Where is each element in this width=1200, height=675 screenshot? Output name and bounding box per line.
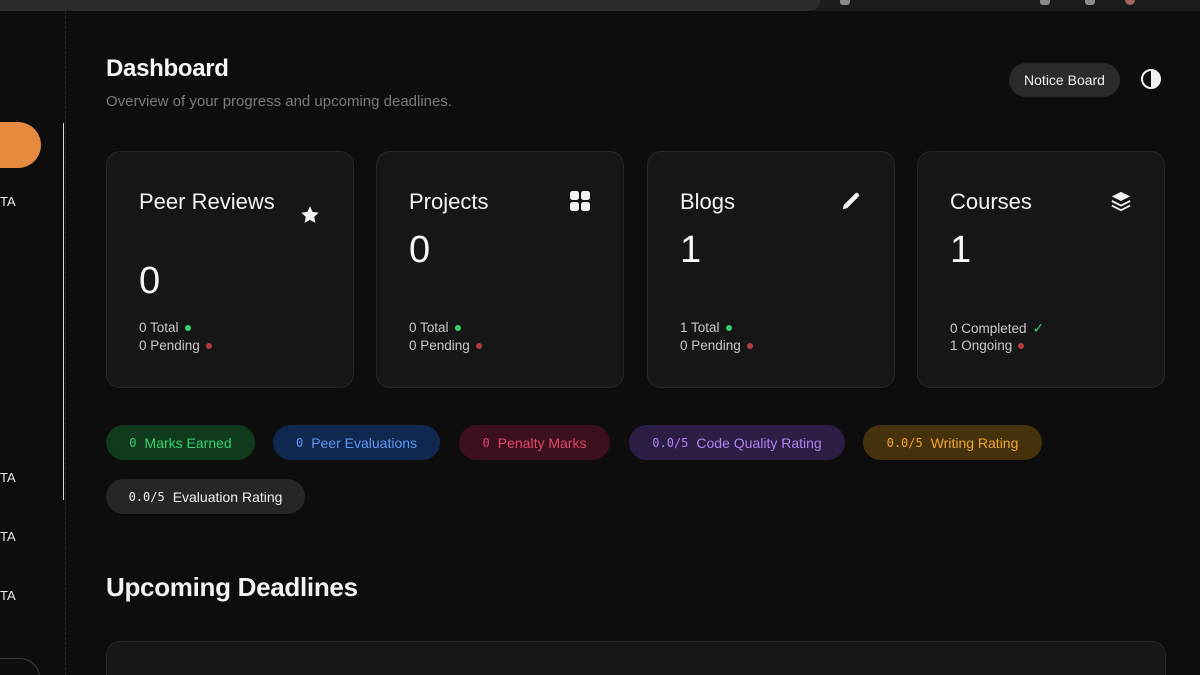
badge-peer-evaluations: 0 Peer Evaluations — [273, 425, 440, 460]
card-value: 0 — [409, 229, 431, 271]
card-value: 1 — [680, 229, 702, 271]
sidebar-item-label[interactable]: TA — [0, 529, 16, 544]
check-icon: ✓ — [1032, 320, 1045, 336]
browser-chrome — [0, 0, 1200, 11]
badge-label: Code Quality Rating — [696, 434, 822, 451]
deadlines-panel — [106, 641, 1166, 675]
badge-label: Evaluation Rating — [172, 488, 283, 505]
status-dot-green — [725, 324, 732, 331]
notice-board-button[interactable]: Notice Board — [1009, 63, 1120, 97]
page-title: Dashboard — [106, 55, 229, 82]
card-value: 1 — [950, 229, 972, 271]
stat-card-courses[interactable]: Courses 1 0 Completed ✓ 1 Ongoing — [917, 151, 1165, 388]
contrast-icon[interactable] — [1140, 68, 1162, 90]
status-dot-red — [475, 342, 482, 349]
stat-pending: 0 Pending — [680, 338, 753, 353]
status-dot-red — [746, 342, 753, 349]
status-dot-red — [1018, 342, 1025, 349]
stat-total-label: 0 Total — [409, 320, 449, 335]
card-title: Courses — [950, 189, 1032, 214]
badge-value: 0 — [295, 435, 304, 450]
stat-pending: 0 Pending — [409, 338, 482, 353]
browser-icon[interactable] — [1085, 0, 1095, 5]
badge-label: Peer Evaluations — [311, 434, 418, 451]
badge-value: 0 — [129, 435, 137, 450]
card-value: 0 — [139, 260, 161, 302]
badge-code-quality-rating: 0.0/5 Code Quality Rating — [629, 425, 845, 460]
sidebar-item-active[interactable] — [0, 122, 41, 168]
badge-value: 0.0/5 — [886, 435, 923, 450]
badge-penalty-marks: 0 Penalty Marks — [459, 425, 610, 460]
stat-completed-label: 0 Completed — [950, 321, 1027, 336]
stat-total-label: 1 Total — [680, 320, 720, 335]
stat-card-peer-reviews[interactable]: Peer Reviews 0 0 Total 0 Pending — [106, 151, 354, 388]
profile-avatar[interactable] — [1125, 0, 1135, 5]
badge-evaluation-rating: 0.0/5 Evaluation Rating — [106, 479, 305, 514]
stat-ongoing: 1 Ongoing — [950, 338, 1025, 353]
grid-icon — [569, 190, 591, 212]
badge-marks-earned: 0 Marks Earned — [106, 425, 255, 460]
pencil-icon — [840, 190, 862, 212]
stat-ongoing-label: 1 Ongoing — [950, 338, 1013, 353]
stat-pending-label: 0 Pending — [680, 338, 741, 353]
browser-icon[interactable] — [1040, 0, 1050, 5]
layers-icon — [1110, 190, 1132, 212]
address-bar[interactable] — [0, 0, 820, 11]
status-dot-green — [454, 324, 461, 331]
page-subtitle: Overview of your progress and upcoming d… — [106, 93, 453, 110]
stat-pending-label: 0 Pending — [409, 338, 470, 353]
sidebar-scrollbar[interactable] — [63, 123, 64, 500]
badge-writing-rating: 0.0/5 Writing Rating — [863, 425, 1042, 460]
status-dot-green — [184, 324, 191, 331]
stat-card-projects[interactable]: Projects 0 0 Total 0 Pending — [376, 151, 624, 388]
star-icon — [299, 204, 321, 226]
card-title: Blogs — [680, 189, 736, 214]
sidebar-user-button[interactable] — [0, 658, 40, 675]
stat-total: 0 Total — [139, 320, 191, 335]
badge-value: 0.0/5 — [128, 489, 165, 504]
status-dot-red — [205, 342, 212, 349]
card-title: Peer Reviews — [139, 189, 275, 214]
sidebar-item-label[interactable]: TA — [0, 194, 16, 209]
sidebar: TA TA TA TA — [0, 11, 66, 675]
browser-icon[interactable] — [840, 0, 850, 5]
badge-label: Penalty Marks — [497, 434, 587, 451]
stat-total: 0 Total — [409, 320, 461, 335]
sidebar-item-label[interactable]: TA — [0, 588, 16, 603]
badge-value: 0.0/5 — [652, 435, 689, 450]
stat-pending-label: 0 Pending — [139, 338, 200, 353]
sidebar-item-label[interactable]: TA — [0, 470, 16, 485]
stat-pending: 0 Pending — [139, 338, 212, 353]
browser-toolbar-icons — [840, 0, 1160, 11]
stat-total: 1 Total — [680, 320, 732, 335]
stat-completed: 0 Completed ✓ — [950, 320, 1044, 337]
card-title: Projects — [409, 189, 489, 214]
badge-label: Writing Rating — [930, 434, 1019, 451]
section-title-upcoming-deadlines: Upcoming Deadlines — [106, 572, 358, 602]
badge-value: 0 — [482, 435, 490, 450]
stat-card-blogs[interactable]: Blogs 1 1 Total 0 Pending — [647, 151, 895, 388]
stat-total-label: 0 Total — [139, 320, 179, 335]
badge-label: Marks Earned — [144, 434, 232, 451]
